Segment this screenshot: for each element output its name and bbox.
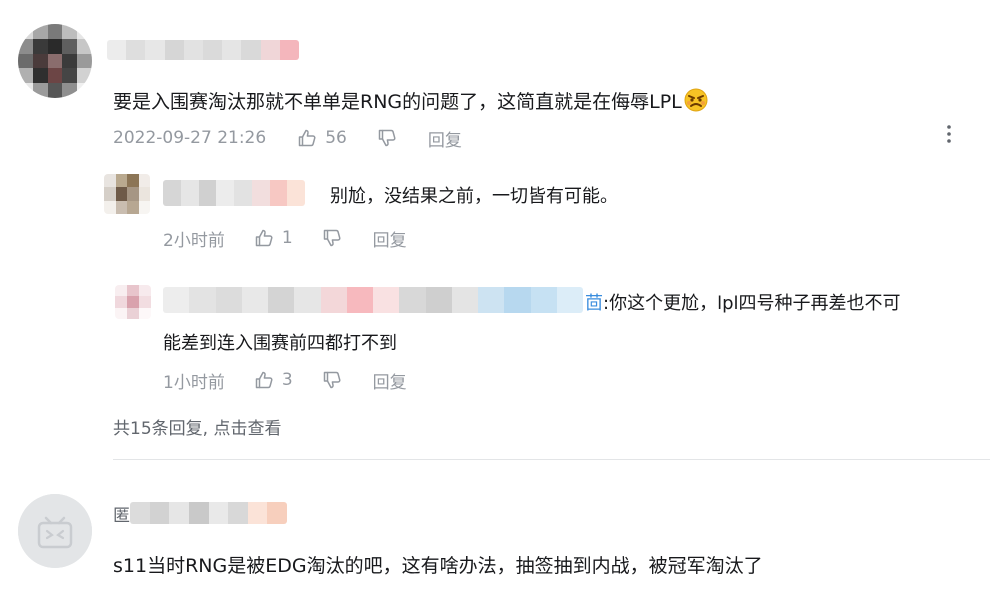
comment1-meta: 2022-09-27 21:26 56 回复 xyxy=(113,126,462,151)
reply1-reply-button[interactable]: 回复 xyxy=(373,226,407,251)
comment1-dislike-button[interactable] xyxy=(377,128,397,148)
reply1-text: 别尬，没结果之前，一切皆有可能。 xyxy=(330,186,618,207)
view-more-replies-link[interactable]: 共15条回复, 点击查看 xyxy=(113,414,281,439)
reply2-like-button[interactable]: 3 xyxy=(254,370,293,390)
comment2-username[interactable]: 匿 xyxy=(113,500,287,526)
reply1-username-blurred[interactable] xyxy=(163,180,305,206)
thumbs-up-icon xyxy=(297,128,317,148)
comment-divider xyxy=(113,459,990,460)
reply2-avatar[interactable] xyxy=(115,285,151,319)
reply2-username-blurred[interactable] xyxy=(163,287,583,313)
comment1-reply-button[interactable]: 回复 xyxy=(428,126,462,151)
reply1-avatar[interactable] xyxy=(104,174,150,214)
reply2-reply-button[interactable]: 回复 xyxy=(373,368,407,393)
comment1-username-blurred[interactable] xyxy=(107,40,299,60)
comment2-avatar[interactable] xyxy=(18,494,92,568)
comment1-avatar[interactable] xyxy=(18,24,92,98)
reply1-time: 2小时前 xyxy=(163,230,225,251)
reply2-dislike-button[interactable] xyxy=(322,370,342,390)
reply1-dislike-button[interactable] xyxy=(322,228,342,248)
reply1-like-count: 1 xyxy=(281,228,293,248)
comment1-like-button[interactable]: 56 xyxy=(297,128,347,148)
vertical-dots-icon[interactable] xyxy=(940,122,958,146)
thumbs-down-icon xyxy=(322,370,342,390)
thumbs-up-icon xyxy=(254,228,274,248)
thumbs-up-icon xyxy=(254,370,274,390)
reply1-meta: 2小时前 1 回复 xyxy=(163,226,407,251)
comment2-text: s11当时RNG是被EDG淘汰的吧，这有啥办法，抽签抽到内战，被冠军淘汰了 xyxy=(113,555,763,577)
reply2-like-count: 3 xyxy=(281,370,293,390)
reply2-time: 1小时前 xyxy=(163,372,225,393)
reply1-like-button[interactable]: 1 xyxy=(254,228,293,248)
comment1-timestamp: 2022-09-27 21:26 xyxy=(113,128,267,148)
comment1-text: 要是入围赛淘汰那就不单单是RNG的问题了，这简直就是在侮辱LPL xyxy=(113,88,708,115)
thumbs-down-icon xyxy=(322,228,342,248)
angry-face-emoji xyxy=(684,88,708,112)
reply2-text-line1: 茴:你这个更尬，lpl四号种子再差也不可 xyxy=(585,293,901,314)
comment1-like-count: 56 xyxy=(325,128,347,148)
comment2-username-blurred xyxy=(130,502,287,524)
bilibili-tv-icon xyxy=(18,494,92,568)
reply2-text-line2: 能差到连入围赛前四都打不到 xyxy=(163,333,397,354)
reply2-mention-tail[interactable]: 茴 xyxy=(585,293,603,314)
reply2-meta: 1小时前 3 回复 xyxy=(163,368,407,393)
thumbs-down-icon xyxy=(377,128,397,148)
